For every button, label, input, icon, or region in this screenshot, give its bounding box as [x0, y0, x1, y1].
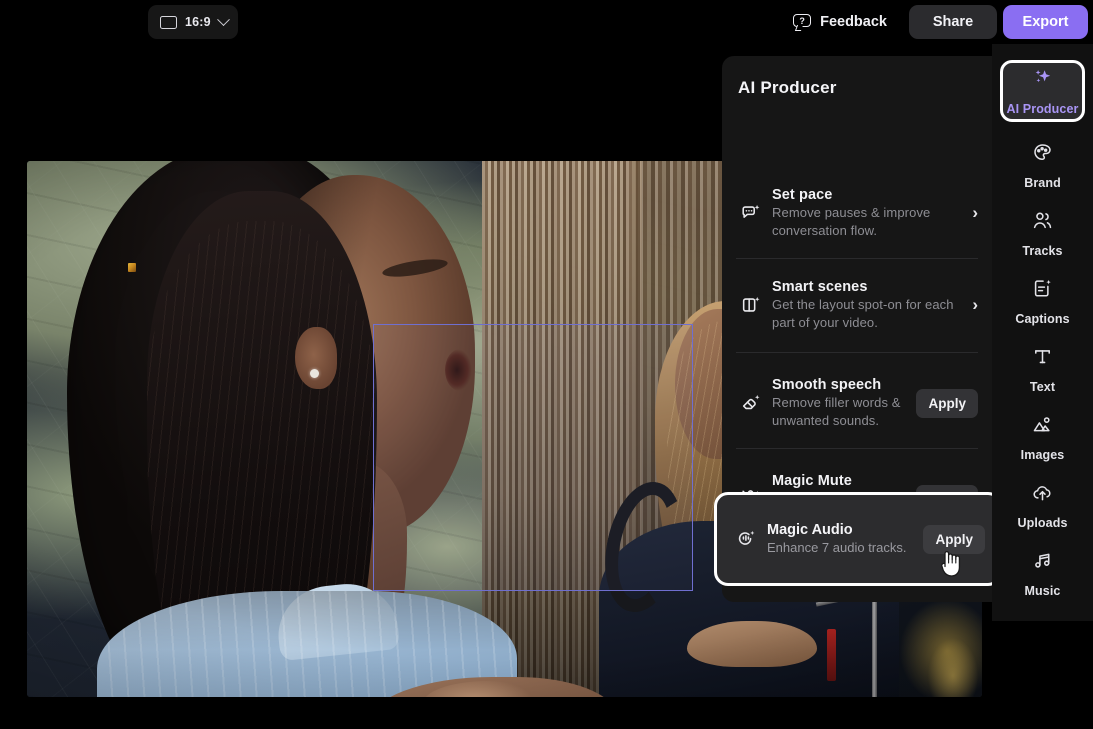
feedback-label: Feedback: [820, 14, 887, 30]
panel-title: AI Producer: [738, 78, 837, 97]
panel-item-subtitle: Remove pauses & improve conversation flo…: [772, 205, 931, 238]
sidebar-item-brand[interactable]: Brand: [1000, 134, 1085, 196]
aspect-ratio-selector[interactable]: 16:9: [148, 5, 238, 39]
panel-item-text: Set pace Remove pauses & improve convers…: [766, 186, 958, 239]
panel-divider: [736, 448, 978, 449]
panel-item-set-pace[interactable]: Set pace Remove pauses & improve convers…: [722, 178, 992, 248]
panel-item-title: Magic Audio: [767, 522, 853, 539]
speech-bubble-sparkle-icon: [736, 202, 766, 224]
share-button[interactable]: Share: [909, 5, 997, 39]
chevron-down-icon: [216, 12, 230, 26]
panel-item-smart-scenes[interactable]: Smart scenes Get the layout spot-on for …: [722, 270, 992, 340]
frame-icon: [160, 15, 177, 29]
eraser-sparkle-icon: [736, 392, 766, 414]
sidebar-item-tracks[interactable]: Tracks: [1000, 202, 1085, 264]
sidebar-item-label: Images: [1020, 447, 1065, 462]
panel-divider: [736, 258, 978, 259]
sidebar-item-label: Captions: [1015, 311, 1070, 326]
panel-item-smooth-speech[interactable]: Smooth speech Remove filler words & unwa…: [722, 368, 992, 438]
sidebar-item-ai-producer[interactable]: AI Producer: [1000, 60, 1085, 122]
apply-smooth-speech-button[interactable]: Apply: [916, 388, 978, 418]
captions-sparkle-icon: [1031, 277, 1054, 305]
panel-item-title: Smart scenes: [772, 279, 868, 296]
sidebar-item-label: Text: [1029, 379, 1056, 394]
sidebar-item-label: Tracks: [1022, 243, 1063, 258]
sparkles-icon: [1031, 66, 1055, 95]
panel-item-title: Smooth speech: [772, 377, 882, 394]
panel-item-title: Magic Mute: [772, 473, 852, 490]
palette-icon: [1031, 141, 1054, 169]
chevron-right-icon[interactable]: ›: [958, 295, 978, 315]
panel-item-subtitle: Enhance 7 audio tracks.: [767, 540, 907, 556]
sidebar-item-label: AI Producer: [1006, 102, 1079, 116]
sidebar-item-images[interactable]: Images: [1000, 406, 1085, 468]
right-sidebar: AI Producer Brand Tracks Captions Text I…: [992, 44, 1093, 621]
help-bubble-icon: ?: [793, 14, 812, 31]
sidebar-item-label: Uploads: [1017, 515, 1068, 530]
panel-divider: [736, 352, 978, 353]
audio-wave-sparkle-icon: [731, 528, 761, 550]
selection-rectangle[interactable]: [373, 324, 693, 591]
panel-item-text: Magic Audio Enhance 7 audio tracks.: [761, 521, 923, 557]
people-icon: [1031, 209, 1054, 237]
panel-item-text: Smart scenes Get the layout spot-on for …: [766, 278, 958, 331]
sidebar-item-uploads[interactable]: Uploads: [1000, 474, 1085, 536]
panel-item-subtitle: Remove filler words & unwanted sounds.: [772, 395, 901, 428]
layout-sparkle-icon: [736, 294, 766, 316]
feedback-button[interactable]: ? Feedback: [783, 5, 897, 39]
sidebar-item-label: Brand: [1024, 175, 1061, 190]
sidebar-item-music[interactable]: Music: [1000, 542, 1085, 604]
mouse-cursor-pointing-hand: [936, 544, 966, 578]
panel-item-title: Set pace: [772, 187, 833, 204]
text-t-icon: [1031, 345, 1054, 373]
chevron-right-icon[interactable]: ›: [958, 203, 978, 223]
sidebar-item-label: Music: [1024, 583, 1061, 598]
panel-item-text: Smooth speech Remove filler words & unwa…: [766, 376, 916, 429]
aspect-ratio-value: 16:9: [185, 15, 211, 29]
cloud-upload-icon: [1031, 481, 1054, 509]
sidebar-item-captions[interactable]: Captions: [1000, 270, 1085, 332]
panel-item-subtitle: Get the layout spot-on for each part of …: [772, 297, 954, 330]
top-toolbar: 16:9 ? Feedback Share Export: [0, 0, 1093, 44]
sidebar-item-text[interactable]: Text: [1000, 338, 1085, 400]
export-button[interactable]: Export: [1003, 5, 1088, 39]
music-note-icon: [1031, 549, 1054, 577]
app-root: 16:9 ? Feedback Share Export AI Producer…: [0, 0, 1093, 729]
image-icon: [1031, 413, 1054, 441]
